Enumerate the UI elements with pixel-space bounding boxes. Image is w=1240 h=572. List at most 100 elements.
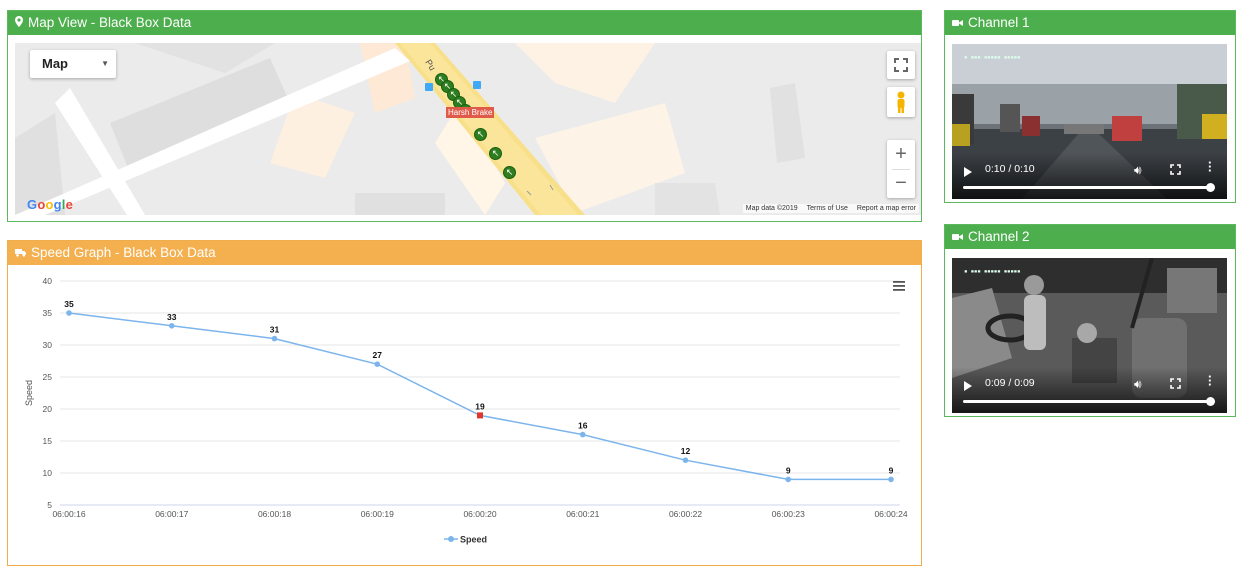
zoom-in-button[interactable]: + (887, 140, 915, 169)
legend-label: Speed (460, 535, 487, 545)
data-label: 9 (786, 465, 791, 475)
route-marker-icon[interactable]: ↖ (489, 147, 502, 160)
chart-legend[interactable]: Speed (444, 535, 487, 545)
speed-point[interactable] (66, 310, 72, 316)
data-labels: 35 33 31 27 19 16 12 9 9 (64, 299, 893, 475)
y-tick-label: 40 (43, 276, 53, 286)
y-axis-label: Speed (24, 380, 34, 406)
video-controls: 0:09 / 0:09 🔊︎ · · · (952, 367, 1227, 413)
volume-icon[interactable]: 🔊︎ (1134, 377, 1142, 392)
channel-1-video[interactable]: ▪ ▪▪▪ ▪▪▪▪▪ ▪▪▪▪▪ 0:10 / 0:10 🔊︎ · · · (952, 44, 1227, 199)
more-options-icon[interactable]: · · · (1208, 156, 1212, 177)
video-osd-text: ▪ ▪▪▪ ▪▪▪▪▪ ▪▪▪▪▪ (964, 54, 1021, 61)
video-controls: 0:10 / 0:10 🔊︎ · · · (952, 153, 1227, 199)
hamburger-menu-icon (893, 281, 905, 291)
map-type-dropdown[interactable]: Map ▼ (30, 50, 116, 78)
map-tiles (15, 43, 921, 215)
channel-2-title: Channel 2 (968, 229, 1030, 244)
y-tick-label: 25 (43, 372, 53, 382)
channel-2-header: Channel 2 (945, 225, 1235, 249)
speed-series-points (66, 310, 894, 483)
x-tick-label: 06:00:24 (874, 509, 907, 519)
terms-link[interactable]: Terms of Use (807, 205, 848, 212)
channel-1-header: Channel 1 (945, 11, 1235, 35)
map-panel: Map View - Black Box Data Pu ↖↖↖↖↖↖↖↖ H (7, 10, 922, 222)
map-marker-icon (15, 11, 23, 35)
video-time: 0:09 / 0:09 (985, 377, 1035, 389)
video-progress-knob[interactable] (1206, 183, 1215, 192)
play-icon[interactable] (964, 381, 972, 391)
data-label: 16 (578, 421, 588, 431)
play-icon[interactable] (964, 167, 972, 177)
x-tick-label: 06:00:17 (155, 509, 188, 519)
legend-marker (448, 536, 454, 542)
fullscreen-icon (894, 58, 908, 72)
x-tick-label: 06:00:18 (258, 509, 291, 519)
speed-point[interactable] (271, 335, 278, 342)
chart-grid (60, 280, 900, 506)
zoom-out-button[interactable]: − (887, 169, 915, 198)
video-time: 0:10 / 0:10 (985, 163, 1035, 175)
channel-1-panel: Channel 1 ▪ ▪▪▪ ▪▪▪▪▪ ▪▪▪▪▪ 0:10 / 0:10 … (944, 10, 1236, 203)
fullscreen-icon[interactable] (1170, 378, 1181, 389)
data-label: 9 (889, 465, 894, 475)
map-footer: Map data ©2019 Terms of Use Report a map… (742, 204, 919, 213)
x-tick-label: 06:00:19 (361, 509, 394, 519)
speed-point[interactable] (785, 476, 792, 483)
video-progress-knob[interactable] (1206, 397, 1215, 406)
pegman-button[interactable] (887, 87, 915, 117)
x-tick-label: 06:00:21 (566, 509, 599, 519)
google-logo-g2: g (53, 197, 62, 212)
map-canvas[interactable]: Pu ↖↖↖↖↖↖↖↖ Harsh Brake Map ▼ + (15, 43, 921, 215)
data-label: 31 (270, 325, 280, 335)
more-options-icon[interactable]: · · · (1208, 370, 1212, 391)
map-data-text: Map data ©2019 (745, 205, 798, 212)
speed-point[interactable] (682, 457, 689, 463)
video-osd-text: ▪ ▪▪▪ ▪▪▪▪▪ ▪▪▪▪▪ (964, 268, 1021, 275)
y-axis-ticks: 510152025303540 (43, 276, 53, 510)
harsh-brake-label: Harsh Brake (446, 107, 495, 118)
route-marker-icon[interactable]: ↖ (474, 128, 487, 141)
route-marker-icon[interactable]: ↖ (503, 166, 516, 179)
speed-series-line (68, 312, 891, 481)
y-tick-label: 35 (43, 308, 53, 318)
chevron-down-icon: ▼ (101, 59, 109, 68)
zoom-out-icon: − (895, 172, 907, 194)
pegman-icon (897, 91, 905, 113)
zoom-control: + − (887, 140, 915, 198)
speed-panel-header: Speed Graph - Black Box Data (8, 241, 921, 265)
speed-point-highlight[interactable] (477, 412, 483, 419)
speed-chart: 510152025303540 06:00:16 06:00:17 06:00:18… (24, 276, 908, 545)
x-axis-ticks: 06:00:16 06:00:17 06:00:18 06:00:19 06:00:20… (52, 509, 907, 519)
google-logo-g: G (27, 197, 38, 212)
video-camera-icon (952, 225, 963, 249)
y-tick-label: 10 (43, 468, 53, 478)
speed-point[interactable] (888, 476, 894, 483)
video-progress-bar[interactable] (963, 186, 1211, 189)
video-progress-bar[interactable] (963, 400, 1211, 403)
x-tick-label: 06:00:22 (669, 509, 702, 519)
zoom-in-icon: + (895, 143, 907, 165)
map-panel-header: Map View - Black Box Data (8, 11, 921, 35)
x-tick-label: 06:00:20 (463, 509, 496, 519)
video-camera-icon (952, 11, 963, 35)
google-logo-e: e (65, 197, 74, 212)
report-error-link[interactable]: Report a map error (857, 205, 916, 212)
chart-menu-button[interactable] (888, 277, 906, 293)
speed-point[interactable] (374, 361, 381, 367)
speed-panel-title: Speed Graph - Black Box Data (31, 245, 216, 260)
data-label: 19 (475, 401, 485, 411)
truck-icon (15, 241, 26, 265)
channel-1-title: Channel 1 (968, 15, 1030, 30)
volume-icon[interactable]: 🔊︎ (1134, 163, 1142, 178)
channel-2-video[interactable]: ▪ ▪▪▪ ▪▪▪▪▪ ▪▪▪▪▪ 0:09 / 0:09 🔊︎ · · · (952, 258, 1227, 413)
x-tick-label: 06:00:16 (52, 509, 85, 519)
x-tick-label: 06:00:23 (772, 509, 805, 519)
speed-point[interactable] (168, 323, 175, 329)
y-tick-label: 30 (43, 340, 53, 350)
fullscreen-icon[interactable] (1170, 164, 1181, 175)
speed-point[interactable] (579, 431, 586, 438)
fullscreen-button[interactable] (887, 51, 915, 79)
google-logo: Google (27, 197, 73, 212)
data-label: 35 (64, 299, 74, 309)
